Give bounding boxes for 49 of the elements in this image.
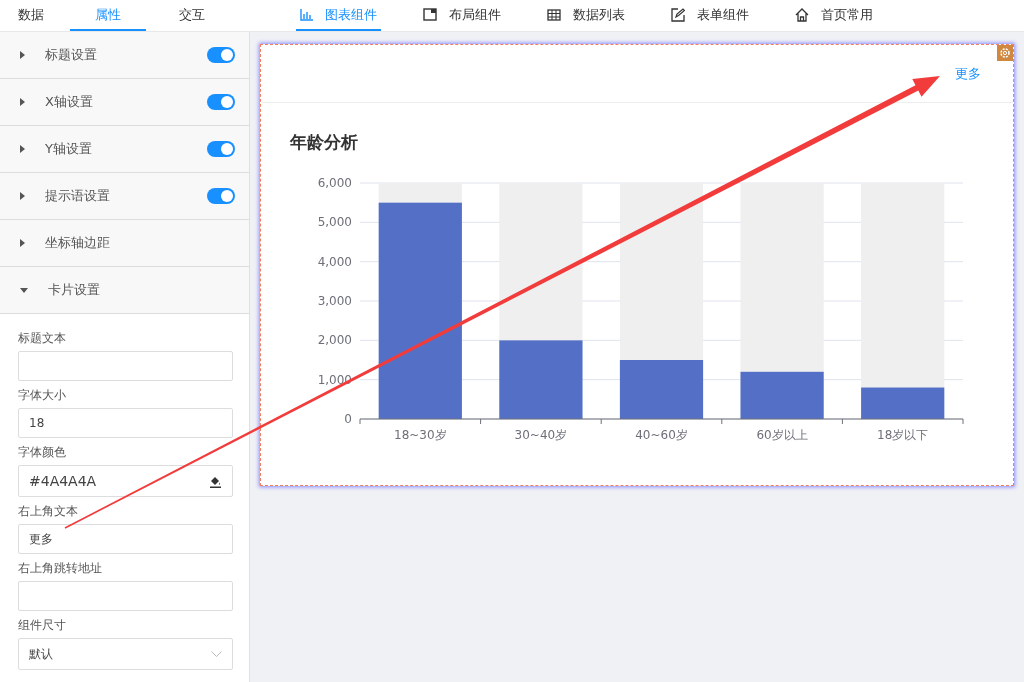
y-axis-label: 0 [344,412,352,426]
field-label: 右上角文本 [18,503,79,520]
chevron-down-icon [211,651,222,657]
bar-chart-icon [300,8,313,21]
home-icon [795,7,809,22]
field-label: 标题文本 [18,330,67,347]
window-icon [423,8,437,21]
settings-section-header[interactable]: 坐标轴边距 [0,220,249,267]
edit-icon [671,7,685,22]
input-field[interactable] [18,351,233,381]
panel-tab[interactable]: 数据 [0,0,62,31]
y-axis-label: 1,000 [317,372,352,387]
paint-bucket-icon [209,474,222,488]
x-axis-label: 60岁以上 [756,428,808,442]
y-axis-label: 3,000 [317,294,352,308]
select-field[interactable]: 默认 [18,638,233,670]
y-axis-label: 6,000 [317,176,352,190]
settings-icon[interactable] [997,45,1013,61]
x-axis-label: 40~60岁 [635,428,688,442]
input-field[interactable]: 18 [18,408,233,438]
panel-tab[interactable]: 交互 [154,0,230,31]
component-tab[interactable]: 首页常用 [791,0,877,31]
y-axis-label: 2,000 [317,333,352,348]
toggle-switch[interactable] [207,141,235,157]
x-axis-label: 30~40岁 [514,428,568,442]
settings-section-header[interactable]: Y轴设置 [0,126,249,173]
settings-section-header[interactable]: 卡片设置 [0,267,249,314]
y-axis-label: 5,000 [317,215,352,230]
settings-section-header[interactable]: 提示语设置 [0,173,249,220]
component-tab[interactable]: 数据列表 [543,0,629,31]
input-field[interactable] [18,581,233,611]
field-label: 字体大小 [18,387,67,404]
toggle-switch[interactable] [207,47,235,63]
y-axis-label: 4,000 [317,254,352,269]
component-tab[interactable]: 布局组件 [419,0,505,31]
field-label: 右上角跳转地址 [18,560,103,577]
toggle-switch[interactable] [207,94,235,110]
settings-section-header[interactable]: X轴设置 [0,79,249,126]
table-icon [547,8,561,21]
field-label: 字体颜色 [18,444,67,461]
input-field[interactable]: 更多 [18,524,233,554]
component-tab[interactable]: 表单组件 [667,0,753,31]
chart-title: 年龄分析 [290,131,359,154]
field-label: 组件尺寸 [18,617,67,634]
color-field[interactable]: #4A4A4A [18,465,233,497]
x-axis-label: 18~30岁 [394,428,447,442]
x-axis-label: 18岁以下 [877,428,929,442]
toggle-switch[interactable] [207,188,235,204]
settings-section-header[interactable]: 标题设置 [0,32,249,79]
